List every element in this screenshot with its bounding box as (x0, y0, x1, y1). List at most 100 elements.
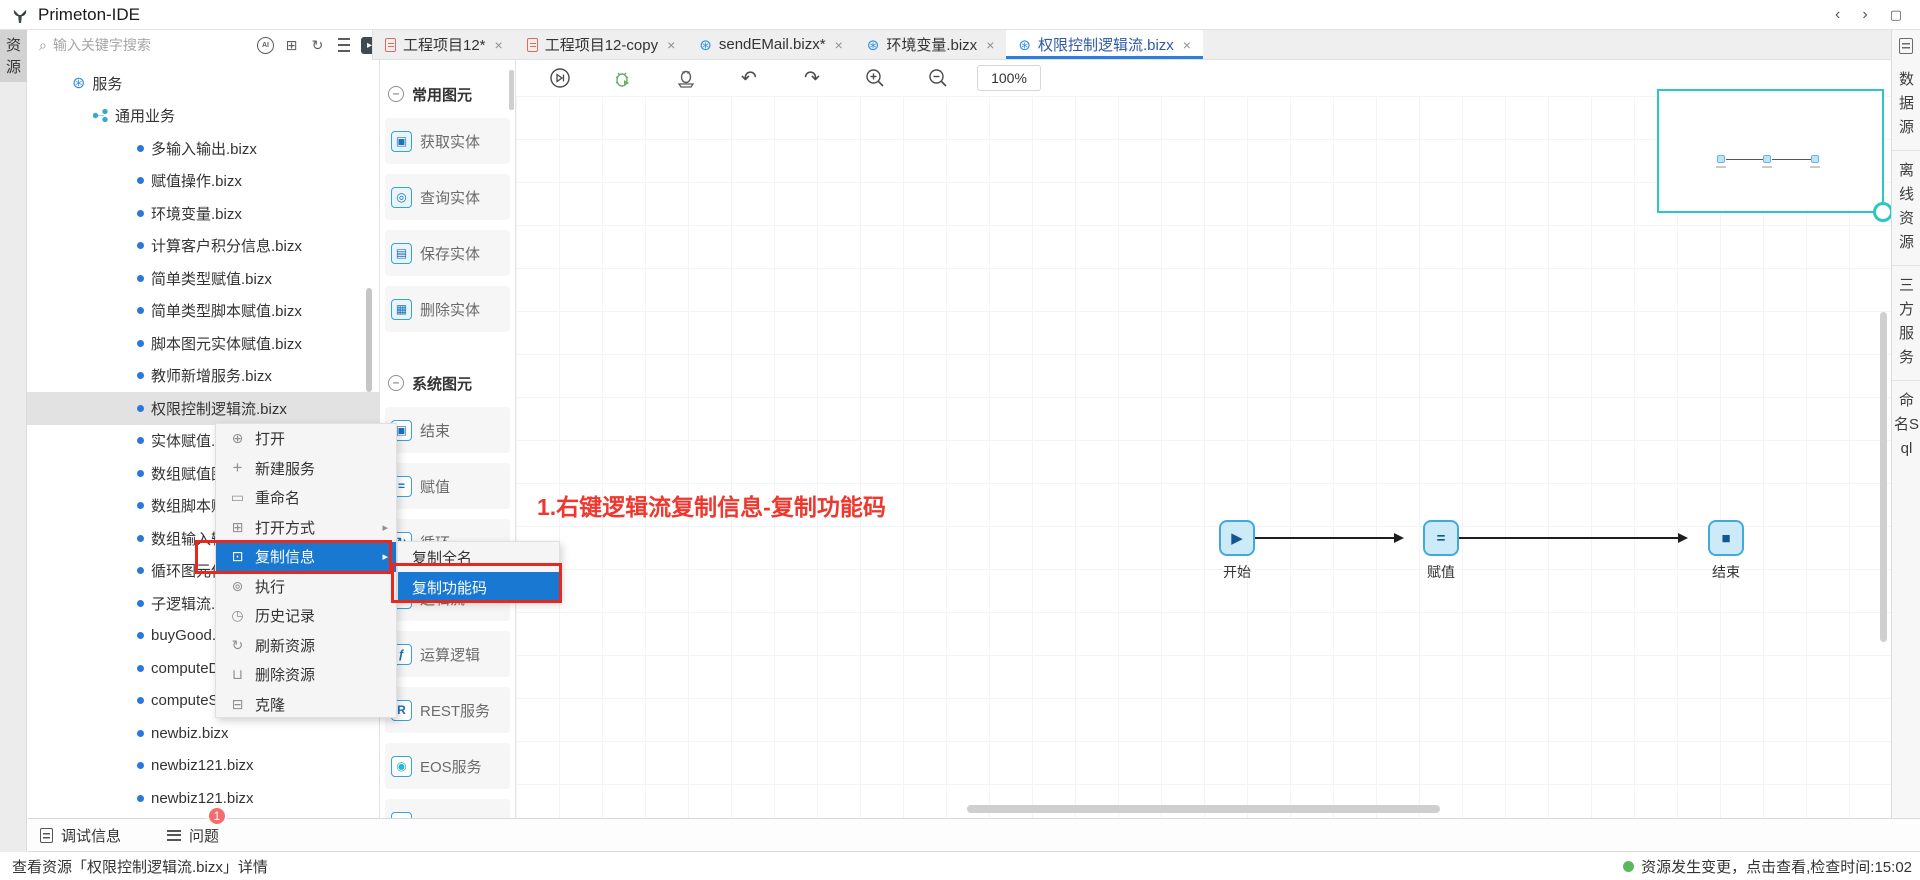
tree-item[interactable]: ▾ newbiz121.bizx (27, 750, 380, 783)
panel-list-icon[interactable] (1899, 38, 1913, 54)
status-resource-change[interactable]: 资源发生变更，点击查看,检查时间:15:02 (1623, 856, 1912, 877)
debug-config-icon[interactable] (674, 66, 698, 90)
palette-row[interactable]: R REST服务 (385, 687, 510, 733)
close-icon[interactable]: × (495, 37, 503, 53)
palette-row[interactable]: 常用图元 (380, 74, 515, 114)
tree-item-icon (137, 730, 144, 737)
sort-filter-icon[interactable] (335, 37, 352, 54)
close-icon[interactable]: × (986, 37, 994, 53)
context-menu-item[interactable]: 重命名 ▸ (216, 483, 396, 513)
palette-item-label: 系统图元 (412, 373, 472, 394)
tree-item-icon (137, 145, 144, 152)
execute-icon[interactable] (548, 66, 572, 90)
collapse-icon[interactable] (388, 375, 404, 391)
minimap-edge (1726, 159, 1763, 160)
palette-row[interactable]: ƒ 运算逻辑 (385, 631, 510, 677)
tree-item[interactable]: ▾ 简单类型脚本赋值.bizx (27, 295, 380, 328)
node-label: 结束 (1691, 562, 1761, 582)
context-menu-item[interactable]: 新建服务 ▸ (216, 454, 396, 484)
flow-node-start[interactable]: ▶ 开始 (1202, 520, 1272, 582)
context-menu-item[interactable]: 刷新资源 ▸ (216, 631, 396, 661)
tree-item[interactable]: ▾ 多输入输出.bizx (27, 132, 380, 165)
nav-back-icon[interactable]: ‹ (1835, 6, 1840, 24)
tree-item[interactable]: ▾ 权限控制逻辑流.bizx (27, 392, 380, 425)
tree-item[interactable]: ▾ newbiz121.bizx (27, 782, 380, 815)
submenu-item-label: 复制功能码 (412, 577, 487, 598)
maximize-icon[interactable]: ▢ (1890, 7, 1902, 23)
tree-item[interactable]: ▾ 服务 (27, 67, 380, 100)
context-menu-item[interactable]: 打开方式 ▸ (216, 513, 396, 543)
tree-item[interactable]: ▾ 脚本图元实体赋值.bizx (27, 327, 380, 360)
palette-row[interactable]: 系统图元 (380, 363, 515, 403)
tree-item[interactable]: ▾ 计算客户积分信息.bizx (27, 230, 380, 263)
minimap[interactable] (1657, 89, 1884, 213)
palette-row[interactable]: ◎ 查询实体 (385, 174, 510, 220)
close-icon[interactable]: × (835, 37, 843, 53)
tree-scrollbar[interactable] (366, 288, 372, 392)
right-panel-tab[interactable]: 命名Sql (1892, 381, 1920, 471)
minimap-node (1717, 155, 1725, 163)
palette-row[interactable]: ▣ 结束 (385, 407, 510, 453)
editor-tab[interactable]: 工程项目12-copy × (515, 30, 688, 59)
submenu-item[interactable]: 复制全名 (398, 542, 559, 572)
zoom-out-icon[interactable] (926, 66, 950, 90)
editor-tab[interactable]: sendEMail.bizx* × (687, 30, 854, 59)
context-menu-item[interactable]: 执行 ▸ (216, 572, 396, 602)
tree-item[interactable]: ▾ 教师新增服务.bizx (27, 360, 380, 393)
palette-item-label: 删除实体 (420, 299, 480, 320)
palette-item-label: REST服务 (420, 700, 490, 721)
redo-icon[interactable]: ↷ (800, 66, 824, 90)
right-panel-tab[interactable]: 数据源 (1892, 60, 1920, 151)
palette-row[interactable]: ◉ EOS服务 (385, 743, 510, 789)
right-panel-tab[interactable]: 三方服务 (1892, 266, 1920, 381)
submenu-item[interactable]: 复制功能码 (398, 572, 559, 602)
editor-tab[interactable]: 权限控制逻辑流.bizx × (1006, 30, 1203, 59)
tab-debug-info[interactable]: 调试信息 (40, 825, 121, 846)
canvas-vertical-scrollbar[interactable] (1880, 312, 1887, 642)
tree-item-icon (137, 275, 144, 282)
context-menu-item[interactable]: 历史记录 ▸ (216, 601, 396, 631)
ai-icon[interactable]: AI (257, 37, 274, 54)
editor-tab[interactable]: 环境变量.bizx × (855, 30, 1007, 59)
minimap-resize-handle[interactable] (1873, 202, 1891, 222)
flow-node-assign[interactable]: = 赋值 (1406, 520, 1476, 582)
right-panel-tabs: 数据源 离线资源 三方服务 命名Sql (1892, 60, 1920, 471)
tree-item[interactable]: ▾ 环境变量.bizx (27, 197, 380, 230)
right-tab-label: 命名Sql (1894, 392, 1919, 457)
tree-item[interactable]: ▾ newbiz.bizx (27, 717, 380, 750)
canvas-horizontal-scrollbar[interactable] (967, 805, 1440, 813)
editor-tab[interactable]: 工程项目12* × (373, 30, 515, 59)
debug-icon[interactable] (611, 66, 635, 90)
palette-row[interactable]: ▣ (385, 799, 510, 818)
palette-row[interactable]: ▦ 删除实体 (385, 286, 510, 332)
right-panel-tab[interactable]: 离线资源 (1892, 151, 1920, 266)
palette-row[interactable]: ▣ 获取实体 (385, 118, 510, 164)
tree-item[interactable]: ▾ 赋值操作.bizx (27, 165, 380, 198)
context-menu-item[interactable]: 克隆 ▸ (216, 690, 396, 720)
close-icon[interactable]: × (1183, 37, 1191, 53)
refresh-icon[interactable]: ↻ (309, 37, 326, 54)
context-menu-item[interactable]: 复制信息 ▸ (216, 542, 396, 572)
tree-item[interactable]: ▾ 简单类型赋值.bizx (27, 262, 380, 295)
sidebar-tab-resources[interactable]: 资源 (0, 30, 27, 82)
flow-canvas[interactable]: ↶ ↷ 100% 1.右键逻辑流复制信息-复制功能码 ▶ 开始 = 赋值 ■ 结… (516, 60, 1891, 818)
context-menu-item[interactable]: 打开 ▸ (216, 424, 396, 454)
undo-icon[interactable]: ↶ (737, 66, 761, 90)
close-icon[interactable]: × (667, 37, 675, 53)
status-resource-detail[interactable]: 查看资源「权限控制逻辑流.bizx」详情 (12, 856, 268, 877)
zoom-level-select[interactable]: 100% (977, 65, 1041, 91)
zoom-in-icon[interactable] (863, 66, 887, 90)
new-box-icon[interactable]: ⊞ (283, 37, 300, 54)
search-input[interactable] (53, 37, 203, 53)
tree-item[interactable]: ▾ 通用业务 (27, 100, 380, 133)
palette-scrollbar[interactable] (509, 70, 514, 110)
nav-forward-icon[interactable]: › (1862, 6, 1867, 24)
palette-row[interactable]: ▤ 保存实体 (385, 230, 510, 276)
tab-problems[interactable]: 问题 (167, 825, 219, 846)
tree-item-label: 简单类型脚本赋值.bizx (151, 300, 302, 321)
palette-row[interactable]: = 赋值 (385, 463, 510, 509)
collapse-icon[interactable] (388, 86, 404, 102)
flow-node-end[interactable]: ■ 结束 (1691, 520, 1761, 582)
context-menu-item[interactable]: 删除资源 ▸ (216, 660, 396, 690)
menu-item-icon (229, 489, 246, 506)
